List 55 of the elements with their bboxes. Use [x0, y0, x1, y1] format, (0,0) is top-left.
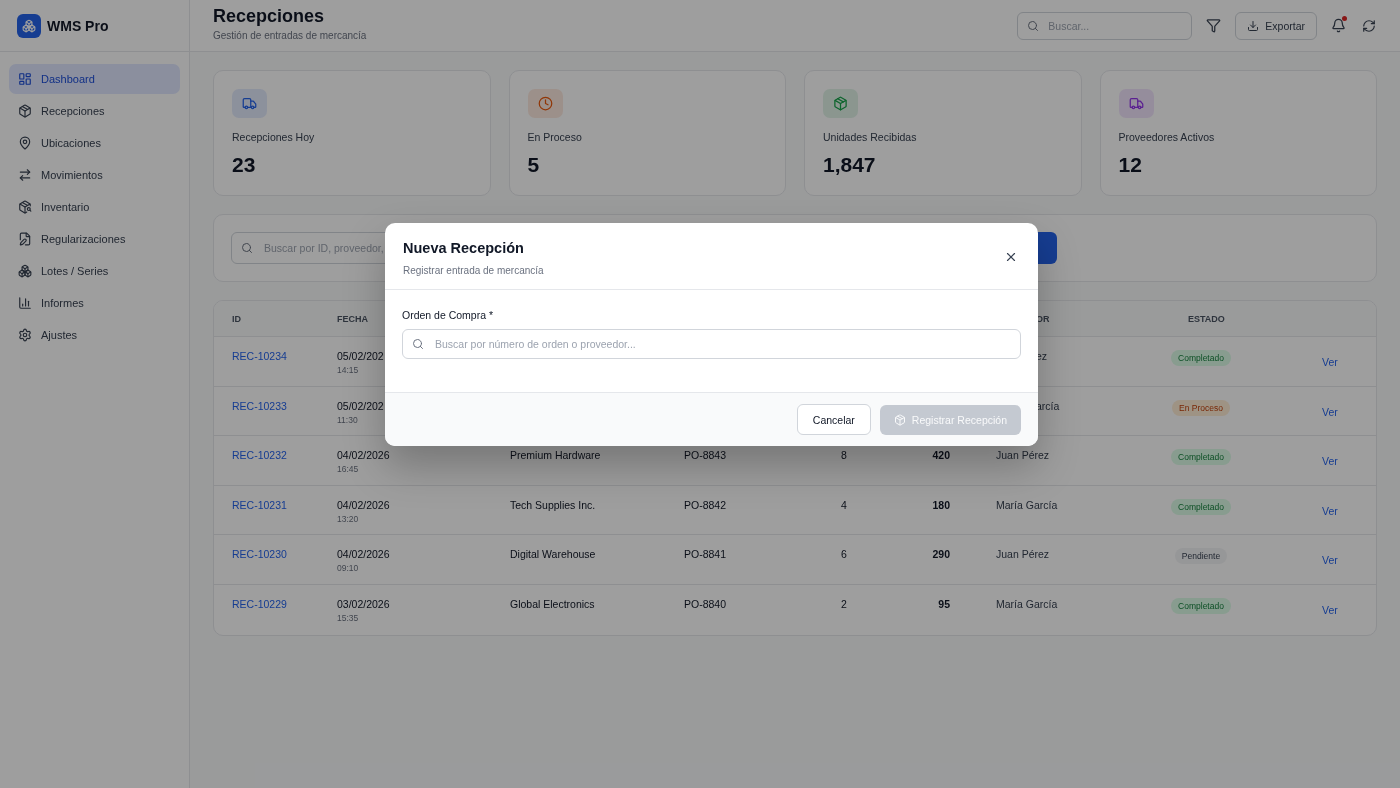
stat-label: Recepciones Hoy — [232, 131, 316, 143]
status-badge: Completado — [1171, 449, 1231, 466]
stat-value: 23 — [232, 153, 257, 177]
brand-name: WMS Pro — [47, 17, 109, 34]
order-text: PO-8843 — [684, 449, 728, 462]
column-header: ID — [232, 313, 241, 324]
stat-label: Proveedores Activos — [1118, 131, 1216, 143]
user-text: María García — [996, 597, 1059, 610]
items-count: 8 — [840, 449, 848, 462]
stat-label: Unidades Recibidas — [823, 131, 918, 143]
page-title: Recepciones — [213, 5, 326, 27]
status-badge: Pendiente — [1174, 548, 1228, 565]
date-text: 05/02/202 — [337, 399, 385, 412]
units-count: 290 — [931, 548, 951, 561]
column-header: ESTADO — [1187, 313, 1225, 324]
items-count: 2 — [840, 597, 848, 610]
units-count: 180 — [931, 498, 951, 511]
user-text: María García — [996, 498, 1059, 511]
time-text: 16:45 — [337, 464, 360, 475]
supplier-text: Global Electronics — [510, 597, 596, 610]
user-text: Juan Pérez — [996, 548, 1051, 561]
stat-value: 12 — [1118, 153, 1143, 177]
supplier-text: Premium Hardware — [510, 449, 602, 462]
units-count: 95 — [937, 597, 951, 610]
time-text: 13:20 — [337, 513, 360, 524]
items-count: 4 — [840, 498, 848, 511]
supplier-text: Digital Warehouse — [510, 548, 597, 561]
status-badge: En Proceso — [1172, 399, 1230, 416]
date-text: 04/02/2026 — [337, 498, 391, 511]
order-text: PO-8840 — [684, 597, 728, 610]
field-label: Orden de Compra * — [402, 309, 495, 321]
column-header: FECHA — [337, 313, 368, 324]
order-text: PO-8842 — [684, 498, 728, 511]
stat-value: 1,847 — [823, 153, 877, 177]
status-badge: Completado — [1171, 350, 1231, 366]
dialog-title: Nueva Recepción — [403, 240, 525, 256]
status-badge: Completado — [1171, 498, 1231, 515]
status-badge: Completado — [1171, 597, 1231, 614]
time-text: 15:35 — [337, 612, 360, 623]
order-text: PO-8841 — [684, 548, 728, 561]
date-text: 04/02/2026 — [337, 449, 391, 462]
date-text: 05/02/202 — [337, 350, 385, 362]
units-count: 420 — [931, 449, 951, 462]
supplier-text: Tech Supplies Inc. — [510, 498, 597, 511]
time-text: 09:10 — [337, 563, 360, 574]
page-subtitle: Gestión de entradas de mercancía — [213, 29, 367, 41]
time-text: 11:30 — [337, 414, 359, 425]
dialog-subtitle: Registrar entrada de mercancía — [403, 265, 544, 276]
user-text: Juan Pérez — [996, 449, 1051, 462]
stat-label: En Proceso — [527, 131, 583, 143]
date-text: 03/02/2026 — [337, 597, 391, 610]
time-text: 14:15 — [337, 365, 360, 375]
items-count: 6 — [840, 548, 848, 561]
stat-value: 5 — [527, 153, 541, 177]
date-text: 04/02/2026 — [337, 548, 391, 561]
